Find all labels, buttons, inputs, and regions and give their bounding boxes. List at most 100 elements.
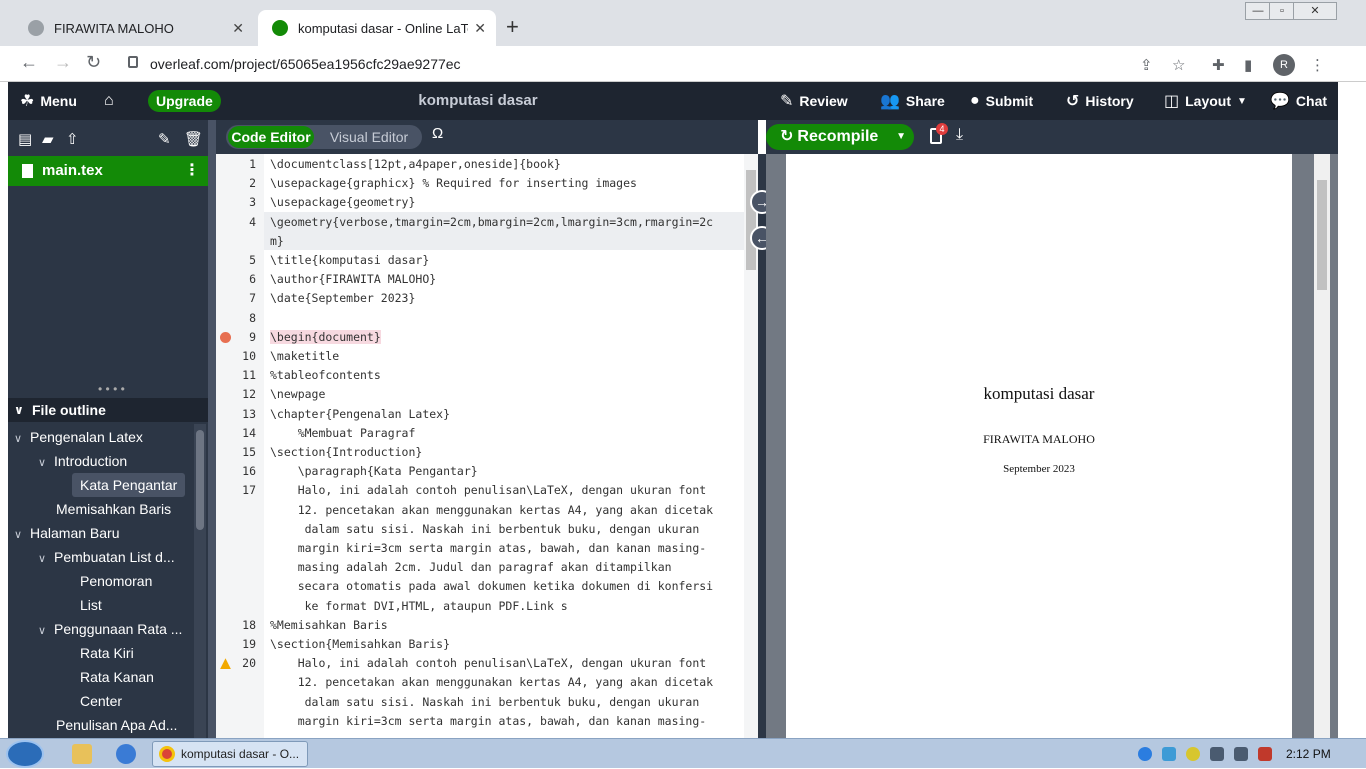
- history-button[interactable]: ↺ History: [1066, 82, 1134, 120]
- taskbar-chrome-window[interactable]: komputasi dasar - O...: [152, 741, 308, 767]
- outline-item[interactable]: List: [80, 593, 102, 617]
- visual-editor-button[interactable]: Visual Editor: [320, 126, 418, 148]
- share-button[interactable]: 👥 Share: [880, 82, 945, 120]
- line-number: 11: [242, 368, 256, 383]
- forward-icon[interactable]: →: [54, 52, 72, 73]
- outline-label: Introduction: [54, 453, 128, 469]
- browser-tab-1[interactable]: FIRAWITA MALOHO ✕: [14, 10, 254, 46]
- outline-item[interactable]: Memisahkan Baris: [56, 497, 171, 521]
- code-editor[interactable]: 1 2 3 4 5 6 7 8 9 10 11 12 13 14 15 16 17 18 19 20 \documen…: [216, 154, 758, 738]
- panel-resize-handle[interactable]: • • • •: [98, 382, 125, 396]
- outline-item[interactable]: ∨ Pembuatan List d...: [38, 545, 175, 569]
- scrollbar-thumb[interactable]: [1317, 180, 1327, 290]
- outline-label: Kata Pengantar: [80, 477, 178, 493]
- layout-button[interactable]: ◫ Layout ▼: [1164, 82, 1247, 120]
- outline-scrollbar[interactable]: [194, 424, 206, 738]
- profile-avatar[interactable]: R: [1273, 54, 1295, 76]
- code-line: \begin{document}: [270, 329, 381, 344]
- new-tab-icon[interactable]: +: [506, 14, 519, 40]
- submit-button[interactable]: ● Submit: [970, 82, 1033, 120]
- chevron-down-icon: ∨: [38, 553, 47, 565]
- share-page-icon[interactable]: ⇪: [1140, 56, 1153, 74]
- outline-heading: File outline: [32, 402, 106, 418]
- side-panel-icon[interactable]: ▮: [1244, 56, 1252, 74]
- home-button[interactable]: ⌂: [104, 82, 120, 120]
- browser-taskbar-icon[interactable]: [116, 744, 136, 764]
- delete-trash-icon[interactable]: 🗑: [184, 130, 203, 148]
- reload-icon[interactable]: ↻: [86, 52, 101, 73]
- outline-item[interactable]: Penulisan Apa Ad...: [56, 713, 177, 737]
- outline-label: Penulisan Apa Ad...: [56, 717, 178, 733]
- browser-menu-icon[interactable]: ⋮: [1310, 56, 1325, 74]
- chat-button[interactable]: 💬 Chat: [1270, 82, 1327, 120]
- new-file-icon[interactable]: ▤: [18, 130, 32, 148]
- scrollbar-thumb[interactable]: [746, 170, 756, 270]
- new-folder-icon[interactable]: ▰: [42, 130, 54, 148]
- overleaf-favicon-icon: [272, 20, 288, 36]
- recompile-button[interactable]: ↻ Recompile ▼: [766, 124, 914, 150]
- error-marker-icon[interactable]: [220, 331, 231, 343]
- action-center-icon[interactable]: [1258, 747, 1272, 761]
- outline-item-selected[interactable]: Kata Pengantar: [72, 473, 186, 497]
- network-icon[interactable]: [1210, 747, 1224, 761]
- chevron-down-icon: ∨: [14, 529, 23, 541]
- pdf-scrollbar[interactable]: [1314, 154, 1330, 738]
- symbol-palette-button[interactable]: Ω: [432, 125, 443, 142]
- file-item-main-tex[interactable]: main.tex ⋮: [8, 156, 208, 186]
- pdf-date: September 2023: [1003, 463, 1075, 475]
- outline-item[interactable]: Rata Kiri: [80, 641, 134, 665]
- file-menu-icon[interactable]: ⋮: [184, 156, 200, 186]
- tray-app-icon[interactable]: [1162, 747, 1176, 761]
- overleaf-logo-icon: ☘: [20, 93, 35, 110]
- maximize-button[interactable]: ▫: [1269, 2, 1295, 20]
- file-explorer-icon[interactable]: [72, 744, 92, 764]
- history-icon: ↺: [1066, 93, 1080, 110]
- tray-app-icon[interactable]: [1138, 747, 1152, 761]
- outline-item[interactable]: Rata Kanan: [80, 665, 154, 689]
- project-title[interactable]: komputasi dasar: [368, 82, 588, 120]
- outline-item[interactable]: ∨ Halaman Baru: [14, 521, 120, 545]
- scrollbar-thumb[interactable]: [196, 430, 204, 530]
- outline-item[interactable]: ∨ Pengenalan Latex: [14, 425, 143, 449]
- code-line: \documentclass[12pt,a4paper,oneside]{boo…: [270, 157, 561, 171]
- outline-item[interactable]: Center: [80, 689, 122, 713]
- lock-icon[interactable]: [128, 56, 138, 68]
- caret-down-icon[interactable]: ▼: [896, 124, 906, 150]
- outline-item[interactable]: Penomoran: [80, 569, 152, 593]
- left-splitter[interactable]: [208, 120, 216, 738]
- code-line: secara otomatis pada awal dokumen ketika…: [270, 579, 714, 594]
- code-line: \newpage: [270, 387, 326, 402]
- clock[interactable]: 2:12 PM: [1286, 739, 1331, 769]
- code-editor-button[interactable]: Code Editor: [228, 126, 314, 148]
- upload-icon[interactable]: ⇧: [66, 130, 79, 148]
- review-button[interactable]: ✎ Review: [780, 82, 848, 120]
- bookmark-star-icon[interactable]: ☆: [1172, 56, 1185, 74]
- upgrade-button[interactable]: Upgrade: [148, 90, 221, 112]
- extensions-icon[interactable]: ✚: [1212, 56, 1225, 74]
- download-pdf-icon[interactable]: ⤓: [956, 126, 963, 144]
- close-tab-icon[interactable]: ✕: [474, 20, 486, 37]
- rename-pencil-icon[interactable]: ✎: [158, 130, 171, 148]
- pdf-viewer[interactable]: komputasi dasar FIRAWITA MALOHO Septembe…: [766, 154, 1338, 738]
- minimize-button[interactable]: —: [1245, 2, 1271, 20]
- taskbar-window-title: komputasi dasar - O...: [181, 747, 300, 761]
- tray-app-icon[interactable]: [1186, 747, 1200, 761]
- file-tree-panel: ▤ ▰ ⇧ ✎ 🗑 main.tex ⋮ • • • • ∨ File outl…: [8, 120, 208, 738]
- line-number: 13: [242, 406, 256, 421]
- back-icon[interactable]: ←: [20, 52, 38, 73]
- close-window-button[interactable]: ✕: [1293, 2, 1337, 20]
- outline-item[interactable]: ∨ Introduction: [38, 449, 127, 473]
- code-line: margin kiri=3cm serta margin atas, bawah…: [270, 541, 707, 555]
- volume-icon[interactable]: [1234, 747, 1248, 761]
- browser-tab-2[interactable]: komputasi dasar - Online LaTeX ✕: [258, 10, 496, 46]
- menu-button[interactable]: ☘ Menu: [20, 82, 77, 120]
- pdf-title: komputasi dasar: [983, 384, 1095, 403]
- code-line: %Membuat Paragraf: [270, 425, 416, 440]
- file-outline-header[interactable]: ∨ File outline: [8, 398, 208, 422]
- url-bar[interactable]: overleaf.com/project/65065ea1956cfc29ae9…: [118, 50, 1198, 78]
- start-button[interactable]: [6, 740, 44, 768]
- chat-label: Chat: [1295, 93, 1328, 109]
- close-tab-icon[interactable]: ✕: [232, 20, 244, 37]
- line-number: 7: [249, 291, 256, 306]
- outline-item[interactable]: ∨ Penggunaan Rata ...: [38, 617, 182, 641]
